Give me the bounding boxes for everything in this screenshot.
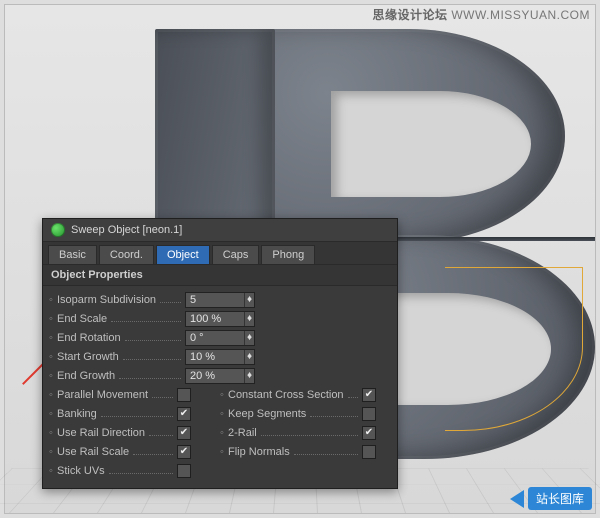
row-end-rotation: ◦ End Rotation 0 °♦ bbox=[49, 328, 391, 347]
stepper-icon[interactable]: ♦ bbox=[244, 331, 254, 345]
checkbox-banking[interactable]: ✔ bbox=[177, 407, 191, 421]
row-isoparm-subdivision: ◦ Isoparm Subdivision 5♦ bbox=[49, 290, 391, 309]
tab-phong[interactable]: Phong bbox=[261, 245, 315, 264]
checkbox-keep-segments[interactable] bbox=[362, 407, 376, 421]
checkbox-use-rail-direction[interactable]: ✔ bbox=[177, 426, 191, 440]
row-use-rail-direction: ◦ Use Rail Direction ✔ bbox=[49, 423, 220, 442]
stepper-icon[interactable]: ♦ bbox=[244, 312, 254, 326]
field-isoparm-subdivision[interactable]: 5♦ bbox=[185, 292, 255, 308]
field-end-scale[interactable]: 100 %♦ bbox=[185, 311, 255, 327]
row-flip-normals: ◦ Flip Normals bbox=[220, 442, 391, 461]
checkbox-2-rail[interactable]: ✔ bbox=[362, 426, 376, 440]
panel-title-text: Sweep Object [neon.1] bbox=[71, 224, 182, 236]
stepper-icon[interactable]: ♦ bbox=[244, 350, 254, 364]
object-properties-group: ◦ Isoparm Subdivision 5♦ ◦ End Scale 100… bbox=[43, 286, 397, 488]
row-banking: ◦ Banking ✔ bbox=[49, 404, 220, 423]
row-stick-uvs: ◦ Stick UVs bbox=[49, 461, 220, 480]
tab-object[interactable]: Object bbox=[156, 245, 210, 264]
section-header-object-properties: Object Properties bbox=[43, 264, 397, 286]
checkbox-parallel-movement[interactable] bbox=[177, 388, 191, 402]
stepper-icon[interactable]: ♦ bbox=[244, 369, 254, 383]
checkbox-stick-uvs[interactable] bbox=[177, 464, 191, 478]
row-end-scale: ◦ End Scale 100 %♦ bbox=[49, 309, 391, 328]
tab-caps[interactable]: Caps bbox=[212, 245, 260, 264]
checkbox-use-rail-scale[interactable]: ✔ bbox=[177, 445, 191, 459]
watermark-top: 思缘设计论坛 WWW.MISSYUAN.COM bbox=[372, 6, 590, 23]
row-start-growth: ◦ Start Growth 10 %♦ bbox=[49, 347, 391, 366]
sweep-object-icon bbox=[51, 223, 65, 237]
checkbox-flip-normals[interactable] bbox=[362, 445, 376, 459]
tab-coord[interactable]: Coord. bbox=[99, 245, 154, 264]
panel-tabs: Basic Coord. Object Caps Phong bbox=[43, 242, 397, 264]
field-end-growth[interactable]: 20 %♦ bbox=[185, 368, 255, 384]
row-parallel-movement: ◦ Parallel Movement bbox=[49, 385, 220, 404]
row-end-growth: ◦ End Growth 20 %♦ bbox=[49, 366, 391, 385]
panel-titlebar[interactable]: Sweep Object [neon.1] bbox=[43, 219, 397, 242]
checkbox-constant-cross-section[interactable]: ✔ bbox=[362, 388, 376, 402]
field-start-growth[interactable]: 10 %♦ bbox=[185, 349, 255, 365]
attribute-manager-panel: Sweep Object [neon.1] Basic Coord. Objec… bbox=[42, 218, 398, 489]
row-keep-segments: ◦ Keep Segments bbox=[220, 404, 391, 423]
field-end-rotation[interactable]: 0 °♦ bbox=[185, 330, 255, 346]
stepper-icon[interactable]: ♦ bbox=[244, 293, 254, 307]
watermark-bottom: 站长图库 bbox=[510, 487, 592, 510]
row-constant-cross-section: ◦ Constant Cross Section ✔ bbox=[220, 385, 391, 404]
tab-basic[interactable]: Basic bbox=[48, 245, 97, 264]
row-2-rail: ◦ 2-Rail ✔ bbox=[220, 423, 391, 442]
row-use-rail-scale: ◦ Use Rail Scale ✔ bbox=[49, 442, 220, 461]
